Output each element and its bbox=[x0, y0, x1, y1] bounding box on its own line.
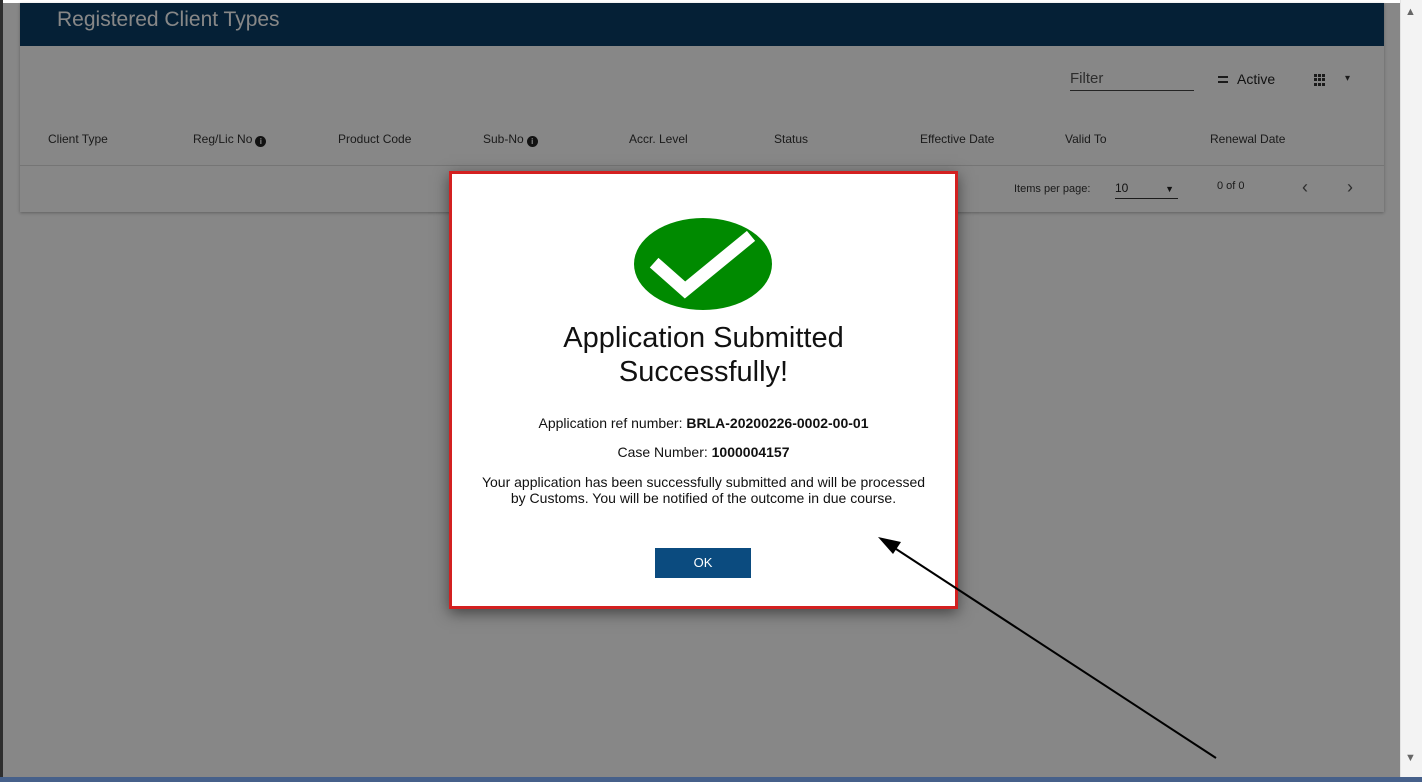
ok-button[interactable]: OK bbox=[655, 548, 751, 578]
dialog-title: Application Submitted Successfully! bbox=[563, 322, 844, 388]
scroll-down-icon[interactable]: ▼ bbox=[1405, 752, 1416, 764]
ref-label: Application ref number: bbox=[538, 415, 683, 431]
application-ref-line: Application ref number: BRLA-20200226-00… bbox=[452, 415, 955, 431]
case-label: Case Number: bbox=[617, 444, 708, 460]
taskbar-strip bbox=[0, 777, 1422, 782]
success-dialog: Application Submitted Successfully! Appl… bbox=[449, 171, 958, 609]
scroll-up-icon[interactable]: ▲ bbox=[1405, 6, 1416, 18]
vertical-scrollbar[interactable] bbox=[1400, 0, 1422, 782]
case-value: 1000004157 bbox=[711, 444, 790, 460]
case-number-line: Case Number: 1000004157 bbox=[452, 444, 955, 460]
dialog-message: Your application has been successfully s… bbox=[481, 474, 926, 506]
ref-value: BRLA-20200226-0002-00-01 bbox=[686, 415, 869, 431]
check-circle-icon bbox=[634, 218, 772, 310]
